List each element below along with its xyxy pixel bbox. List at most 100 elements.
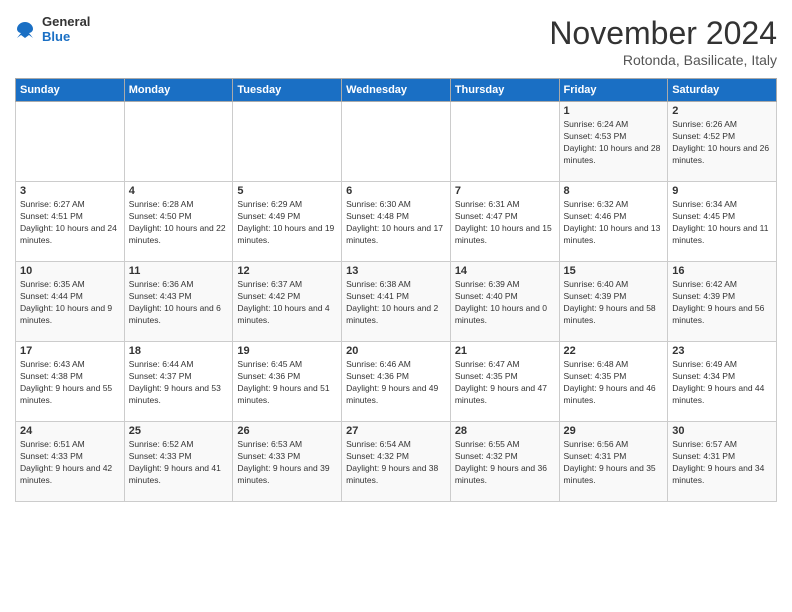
calendar-cell bbox=[342, 102, 451, 182]
calendar-cell: 29 Sunrise: 6:56 AMSunset: 4:31 PMDayligh… bbox=[559, 422, 668, 502]
calendar-cell: 8 Sunrise: 6:32 AMSunset: 4:46 PMDaylight… bbox=[559, 182, 668, 262]
day-number: 10 bbox=[20, 265, 120, 277]
day-number: 13 bbox=[346, 265, 446, 277]
col-sunday: Sunday bbox=[16, 79, 125, 102]
day-info: Sunrise: 6:32 AMSunset: 4:46 PMDaylight:… bbox=[564, 199, 664, 247]
day-info: Sunrise: 6:55 AMSunset: 4:32 PMDaylight:… bbox=[455, 439, 555, 487]
day-info: Sunrise: 6:37 AMSunset: 4:42 PMDaylight:… bbox=[237, 279, 337, 327]
day-number: 2 bbox=[672, 105, 772, 117]
day-number: 29 bbox=[564, 425, 664, 437]
calendar-cell bbox=[233, 102, 342, 182]
calendar-cell: 3 Sunrise: 6:27 AMSunset: 4:51 PMDaylight… bbox=[16, 182, 125, 262]
day-info: Sunrise: 6:28 AMSunset: 4:50 PMDaylight:… bbox=[129, 199, 229, 247]
day-info: Sunrise: 6:24 AMSunset: 4:53 PMDaylight:… bbox=[564, 119, 664, 167]
logo: General Blue bbox=[15, 15, 90, 45]
day-info: Sunrise: 6:46 AMSunset: 4:36 PMDaylight:… bbox=[346, 359, 446, 407]
calendar-cell: 22 Sunrise: 6:48 AMSunset: 4:35 PMDayligh… bbox=[559, 342, 668, 422]
day-number: 20 bbox=[346, 345, 446, 357]
day-info: Sunrise: 6:44 AMSunset: 4:37 PMDaylight:… bbox=[129, 359, 229, 407]
calendar-cell: 19 Sunrise: 6:45 AMSunset: 4:36 PMDayligh… bbox=[233, 342, 342, 422]
month-title: November 2024 bbox=[549, 15, 777, 52]
calendar-cell: 4 Sunrise: 6:28 AMSunset: 4:50 PMDaylight… bbox=[124, 182, 233, 262]
calendar-cell: 28 Sunrise: 6:55 AMSunset: 4:32 PMDayligh… bbox=[450, 422, 559, 502]
logo-blue: Blue bbox=[42, 30, 90, 45]
calendar-cell: 16Sunrise: 6:42 AMSunset: 4:39 PMDayligh… bbox=[668, 262, 777, 342]
day-number: 19 bbox=[237, 345, 337, 357]
day-number: 4 bbox=[129, 185, 229, 197]
calendar-cell: 23 Sunrise: 6:49 AMSunset: 4:34 PMDayligh… bbox=[668, 342, 777, 422]
day-info: Sunrise: 6:49 AMSunset: 4:34 PMDaylight:… bbox=[672, 359, 772, 407]
day-info: Sunrise: 6:53 AMSunset: 4:33 PMDaylight:… bbox=[237, 439, 337, 487]
day-info: Sunrise: 6:29 AMSunset: 4:49 PMDaylight:… bbox=[237, 199, 337, 247]
day-info: Sunrise: 6:51 AMSunset: 4:33 PMDaylight:… bbox=[20, 439, 120, 487]
day-number: 28 bbox=[455, 425, 555, 437]
day-number: 12 bbox=[237, 265, 337, 277]
calendar-week-2: 3 Sunrise: 6:27 AMSunset: 4:51 PMDaylight… bbox=[16, 182, 777, 262]
calendar-cell: 17Sunrise: 6:43 AMSunset: 4:38 PMDayligh… bbox=[16, 342, 125, 422]
calendar-cell: 11 Sunrise: 6:36 AMSunset: 4:43 PMDayligh… bbox=[124, 262, 233, 342]
day-number: 8 bbox=[564, 185, 664, 197]
day-number: 30 bbox=[672, 425, 772, 437]
col-tuesday: Tuesday bbox=[233, 79, 342, 102]
day-number: 14 bbox=[455, 265, 555, 277]
col-wednesday: Wednesday bbox=[342, 79, 451, 102]
day-info: Sunrise: 6:30 AMSunset: 4:48 PMDaylight:… bbox=[346, 199, 446, 247]
day-number: 5 bbox=[237, 185, 337, 197]
col-friday: Friday bbox=[559, 79, 668, 102]
calendar-cell bbox=[124, 102, 233, 182]
calendar-cell: 9 Sunrise: 6:34 AMSunset: 4:45 PMDaylight… bbox=[668, 182, 777, 262]
calendar-cell: 18 Sunrise: 6:44 AMSunset: 4:37 PMDayligh… bbox=[124, 342, 233, 422]
col-saturday: Saturday bbox=[668, 79, 777, 102]
calendar-cell: 1Sunrise: 6:24 AMSunset: 4:53 PMDaylight… bbox=[559, 102, 668, 182]
logo-general: General bbox=[42, 15, 90, 30]
calendar-week-1: 1Sunrise: 6:24 AMSunset: 4:53 PMDaylight… bbox=[16, 102, 777, 182]
day-info: Sunrise: 6:27 AMSunset: 4:51 PMDaylight:… bbox=[20, 199, 120, 247]
calendar-cell: 21 Sunrise: 6:47 AMSunset: 4:35 PMDayligh… bbox=[450, 342, 559, 422]
day-number: 23 bbox=[672, 345, 772, 357]
day-info: Sunrise: 6:45 AMSunset: 4:36 PMDaylight:… bbox=[237, 359, 337, 407]
calendar-cell: 26 Sunrise: 6:53 AMSunset: 4:33 PMDayligh… bbox=[233, 422, 342, 502]
day-info: Sunrise: 6:35 AMSunset: 4:44 PMDaylight:… bbox=[20, 279, 120, 327]
calendar-cell: 25Sunrise: 6:52 AMSunset: 4:33 PMDayligh… bbox=[124, 422, 233, 502]
day-info: Sunrise: 6:52 AMSunset: 4:33 PMDaylight:… bbox=[129, 439, 229, 487]
header: General Blue November 2024 Rotonda, Basi… bbox=[15, 15, 777, 68]
calendar-table: Sunday Monday Tuesday Wednesday Thursday… bbox=[15, 78, 777, 502]
day-number: 9 bbox=[672, 185, 772, 197]
day-number: 22 bbox=[564, 345, 664, 357]
calendar-cell bbox=[450, 102, 559, 182]
day-info: Sunrise: 6:47 AMSunset: 4:35 PMDaylight:… bbox=[455, 359, 555, 407]
calendar-cell: 10 Sunrise: 6:35 AMSunset: 4:44 PMDayligh… bbox=[16, 262, 125, 342]
day-info: Sunrise: 6:40 AMSunset: 4:39 PMDaylight:… bbox=[564, 279, 664, 327]
calendar-cell: 20 Sunrise: 6:46 AMSunset: 4:36 PMDayligh… bbox=[342, 342, 451, 422]
col-thursday: Thursday bbox=[450, 79, 559, 102]
calendar-cell: 15Sunrise: 6:40 AMSunset: 4:39 PMDayligh… bbox=[559, 262, 668, 342]
header-row: Sunday Monday Tuesday Wednesday Thursday… bbox=[16, 79, 777, 102]
day-info: Sunrise: 6:48 AMSunset: 4:35 PMDaylight:… bbox=[564, 359, 664, 407]
logo-bird-icon bbox=[15, 20, 35, 40]
calendar-week-5: 24 Sunrise: 6:51 AMSunset: 4:33 PMDayligh… bbox=[16, 422, 777, 502]
day-info: Sunrise: 6:26 AMSunset: 4:52 PMDaylight:… bbox=[672, 119, 772, 167]
calendar-cell: 2 Sunrise: 6:26 AMSunset: 4:52 PMDaylight… bbox=[668, 102, 777, 182]
day-info: Sunrise: 6:36 AMSunset: 4:43 PMDaylight:… bbox=[129, 279, 229, 327]
day-info: Sunrise: 6:38 AMSunset: 4:41 PMDaylight:… bbox=[346, 279, 446, 327]
calendar-cell: 14 Sunrise: 6:39 AMSunset: 4:40 PMDayligh… bbox=[450, 262, 559, 342]
day-number: 24 bbox=[20, 425, 120, 437]
day-info: Sunrise: 6:56 AMSunset: 4:31 PMDaylight:… bbox=[564, 439, 664, 487]
day-number: 7 bbox=[455, 185, 555, 197]
day-number: 11 bbox=[129, 265, 229, 277]
calendar-cell bbox=[16, 102, 125, 182]
day-info: Sunrise: 6:42 AMSunset: 4:39 PMDaylight:… bbox=[672, 279, 772, 327]
calendar-cell: 13 Sunrise: 6:38 AMSunset: 4:41 PMDayligh… bbox=[342, 262, 451, 342]
day-info: Sunrise: 6:39 AMSunset: 4:40 PMDaylight:… bbox=[455, 279, 555, 327]
day-number: 18 bbox=[129, 345, 229, 357]
calendar-cell: 30 Sunrise: 6:57 AMSunset: 4:31 PMDayligh… bbox=[668, 422, 777, 502]
location-subtitle: Rotonda, Basilicate, Italy bbox=[549, 52, 777, 68]
day-info: Sunrise: 6:34 AMSunset: 4:45 PMDaylight:… bbox=[672, 199, 772, 247]
page: General Blue November 2024 Rotonda, Basi… bbox=[0, 0, 792, 612]
day-number: 21 bbox=[455, 345, 555, 357]
day-info: Sunrise: 6:43 AMSunset: 4:38 PMDaylight:… bbox=[20, 359, 120, 407]
day-number: 6 bbox=[346, 185, 446, 197]
day-info: Sunrise: 6:57 AMSunset: 4:31 PMDaylight:… bbox=[672, 439, 772, 487]
day-number: 3 bbox=[20, 185, 120, 197]
day-number: 26 bbox=[237, 425, 337, 437]
